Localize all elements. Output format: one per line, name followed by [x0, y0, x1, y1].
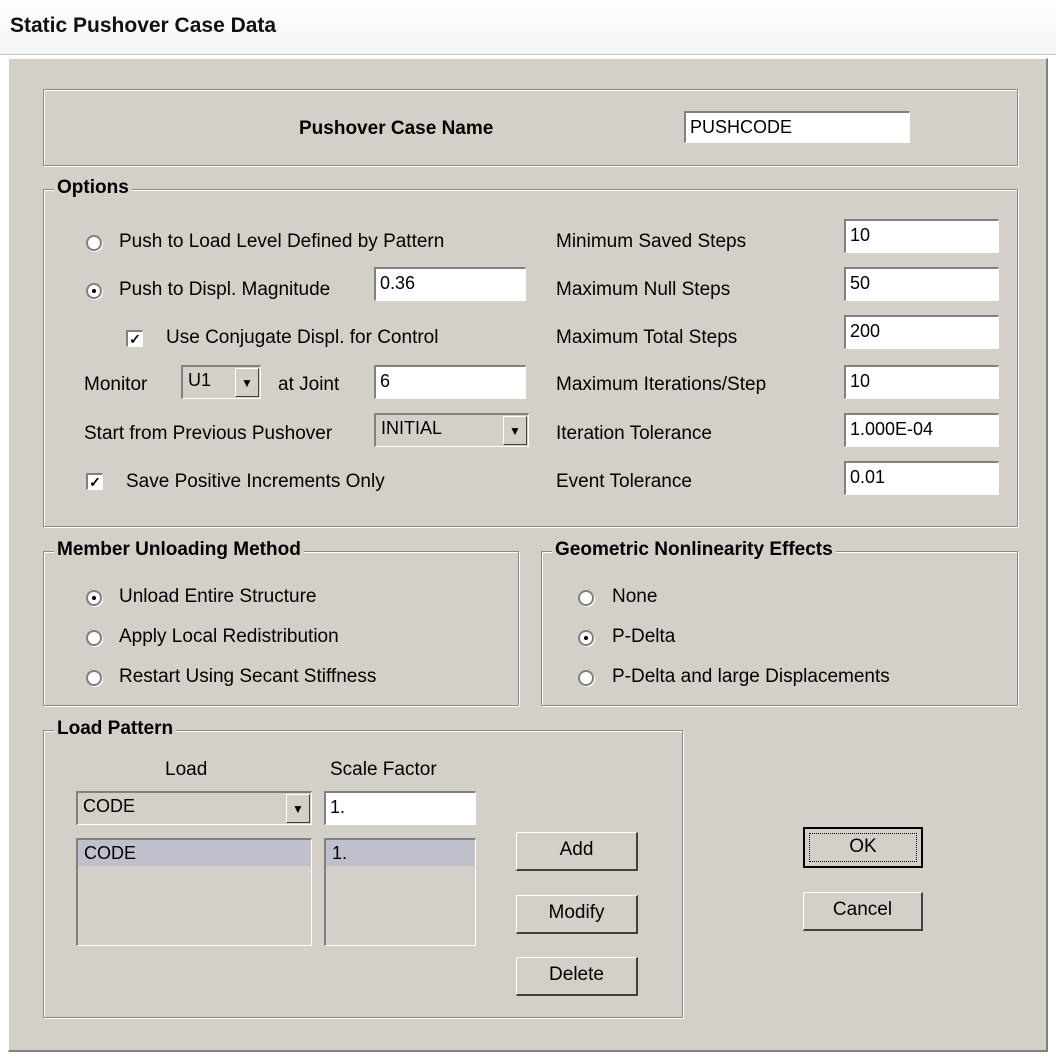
event-tolerance-label: Event Tolerance — [556, 471, 692, 492]
iteration-tolerance-input[interactable]: 1.000E-04 — [844, 413, 999, 447]
load-select-value: CODE — [83, 796, 136, 816]
title-bar: Static Pushover Case Data — [0, 0, 1056, 55]
monitor-dof-select[interactable]: U1 ▼ — [181, 365, 261, 399]
iteration-tolerance-label: Iteration Tolerance — [556, 423, 712, 444]
checkmark-icon: ✓ — [129, 331, 141, 347]
pdelta-large-label: P-Delta and large Displacements — [612, 666, 890, 687]
chevron-down-icon[interactable]: ▼ — [235, 368, 259, 397]
dialog-body: Pushover Case Name PUSHCODE Options Push… — [8, 58, 1048, 1052]
scale-factor-input[interactable]: 1. — [324, 791, 476, 825]
chevron-down-icon[interactable]: ▼ — [286, 794, 310, 823]
options-group: Options Push to Load Level Defined by Pa… — [43, 177, 1018, 527]
secant-stiffness-label: Restart Using Secant Stiffness — [119, 666, 377, 687]
scale-factor-column-header: Scale Factor — [330, 759, 437, 780]
start-from-select[interactable]: INITIAL ▼ — [374, 413, 529, 447]
use-conjugate-checkbox[interactable]: ✓ — [126, 330, 143, 347]
secant-stiffness-radio[interactable] — [86, 670, 102, 686]
max-null-steps-input[interactable]: 50 — [844, 267, 999, 301]
checkmark-icon: ✓ — [89, 474, 101, 490]
event-tolerance-input[interactable]: 0.01 — [844, 461, 999, 495]
unloading-heading: Member Unloading Method — [54, 539, 304, 561]
geometric-heading: Geometric Nonlinearity Effects — [552, 539, 836, 561]
local-redistribution-radio[interactable] — [86, 630, 102, 646]
save-positive-label: Save Positive Increments Only — [126, 471, 385, 492]
max-total-steps-input[interactable]: 200 — [844, 315, 999, 349]
load-pattern-heading: Load Pattern — [54, 718, 177, 740]
load-column-header: Load — [165, 759, 208, 780]
push-displ-radio[interactable] — [86, 283, 102, 299]
start-from-label: Start from Previous Pushover — [84, 423, 333, 444]
load-listbox[interactable]: CODE — [76, 838, 312, 946]
case-name-input[interactable]: PUSHCODE — [684, 111, 910, 143]
list-item[interactable]: 1. — [326, 840, 475, 866]
push-displ-input[interactable]: 0.36 — [374, 267, 526, 301]
list-item[interactable]: CODE — [78, 840, 311, 866]
pdelta-label: P-Delta — [612, 626, 676, 647]
max-null-steps-label: Maximum Null Steps — [556, 279, 731, 300]
push-load-level-label: Push to Load Level Defined by Pattern — [119, 231, 445, 252]
min-saved-steps-label: Minimum Saved Steps — [556, 231, 747, 252]
window-title: Static Pushover Case Data — [10, 14, 277, 37]
unload-entire-label: Unload Entire Structure — [119, 586, 317, 607]
ok-button[interactable]: OK — [803, 827, 923, 868]
modify-button[interactable]: Modify — [516, 895, 638, 934]
start-from-value: INITIAL — [381, 418, 443, 438]
load-select[interactable]: CODE ▼ — [76, 791, 312, 825]
max-iterations-input[interactable]: 10 — [844, 365, 999, 399]
max-iterations-label: Maximum Iterations/Step — [556, 374, 767, 395]
use-conjugate-label: Use Conjugate Displ. for Control — [166, 327, 439, 348]
min-saved-steps-input[interactable]: 10 — [844, 219, 999, 253]
scale-listbox[interactable]: 1. — [324, 838, 476, 946]
geometric-none-radio[interactable] — [578, 590, 594, 606]
pdelta-large-radio[interactable] — [578, 670, 594, 686]
delete-button[interactable]: Delete — [516, 957, 638, 996]
push-load-level-radio[interactable] — [86, 235, 102, 251]
pdelta-radio[interactable] — [578, 630, 594, 646]
unload-entire-radio[interactable] — [86, 590, 102, 606]
options-heading: Options — [54, 177, 132, 199]
max-total-steps-label: Maximum Total Steps — [556, 327, 738, 348]
geometric-group: Geometric Nonlinearity Effects None P-De… — [541, 539, 1018, 706]
push-displ-label: Push to Displ. Magnitude — [119, 279, 331, 300]
case-name-label: Pushover Case Name — [299, 118, 494, 139]
unloading-group: Member Unloading Method Unload Entire St… — [43, 539, 519, 706]
monitor-dof-value: U1 — [188, 370, 212, 390]
monitor-label: Monitor — [84, 374, 148, 395]
local-redistribution-label: Apply Local Redistribution — [119, 626, 339, 647]
case-name-group: Pushover Case Name PUSHCODE — [43, 89, 1018, 166]
ok-button-label: OK — [809, 833, 917, 862]
at-joint-label: at Joint — [278, 374, 340, 395]
load-pattern-group: Load Pattern Load Scale Factor CODE ▼ 1.… — [43, 718, 683, 1018]
cancel-button[interactable]: Cancel — [803, 892, 923, 931]
geometric-none-label: None — [612, 586, 658, 607]
chevron-down-icon[interactable]: ▼ — [503, 416, 527, 445]
joint-input[interactable]: 6 — [374, 365, 526, 399]
add-button[interactable]: Add — [516, 832, 638, 871]
save-positive-checkbox[interactable]: ✓ — [86, 473, 103, 490]
